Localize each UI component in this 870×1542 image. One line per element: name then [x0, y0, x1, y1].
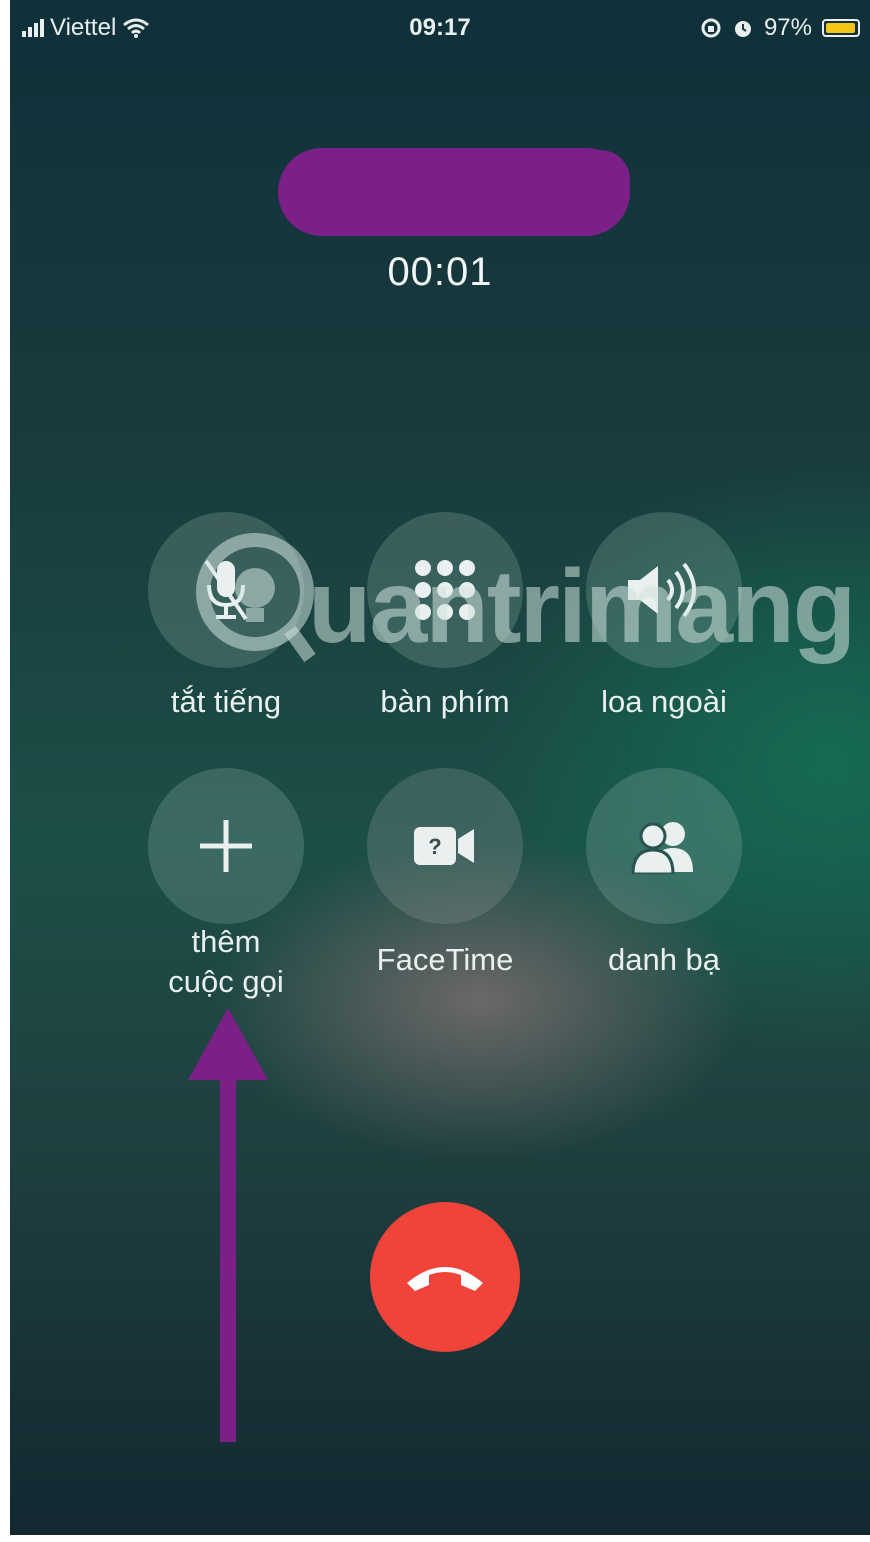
speaker-icon — [628, 562, 696, 618]
battery-icon — [822, 19, 860, 37]
facetime-label: FaceTime — [376, 942, 514, 977]
facetime-button[interactable]: ? — [367, 768, 523, 924]
contacts-label: danh bạ — [607, 942, 721, 977]
status-right-group: 97% — [700, 14, 860, 42]
svg-text:?: ? — [428, 834, 441, 859]
keypad-icon — [415, 560, 475, 620]
add-call-button[interactable] — [148, 768, 304, 924]
add-call-label-line1: thêm — [191, 924, 261, 959]
microphone-muted-icon — [204, 559, 248, 621]
contacts-button[interactable] — [586, 768, 742, 924]
add-call-label: thêm cuộc gọi — [116, 922, 336, 1002]
call-screen: Viettel 09:17 97% 00:01 uantrimang tắt t… — [10, 0, 870, 1535]
keypad-label: bàn phím — [380, 684, 510, 719]
speaker-button[interactable] — [586, 512, 742, 668]
call-timer: 00:01 — [387, 250, 493, 294]
caller-name-redaction-stroke — [480, 150, 630, 210]
contacts-icon — [631, 822, 693, 874]
alarm-icon — [734, 21, 751, 37]
battery-percent: 97% — [763, 14, 812, 41]
annotation-arrow — [188, 1008, 268, 1442]
add-call-label-line2: cuộc gọi — [168, 964, 284, 999]
rotation-lock-icon — [701, 18, 721, 38]
plus-icon — [200, 820, 252, 872]
mute-button[interactable] — [148, 512, 304, 668]
video-camera-icon: ? — [414, 827, 474, 865]
phone-hangup-icon — [407, 1267, 483, 1291]
mute-label: tắt tiếng — [170, 684, 282, 719]
end-call-button[interactable] — [370, 1202, 520, 1352]
keypad-button[interactable] — [367, 512, 523, 668]
speaker-label: loa ngoài — [601, 684, 727, 719]
status-bar: Viettel 09:17 97% — [10, 0, 870, 56]
